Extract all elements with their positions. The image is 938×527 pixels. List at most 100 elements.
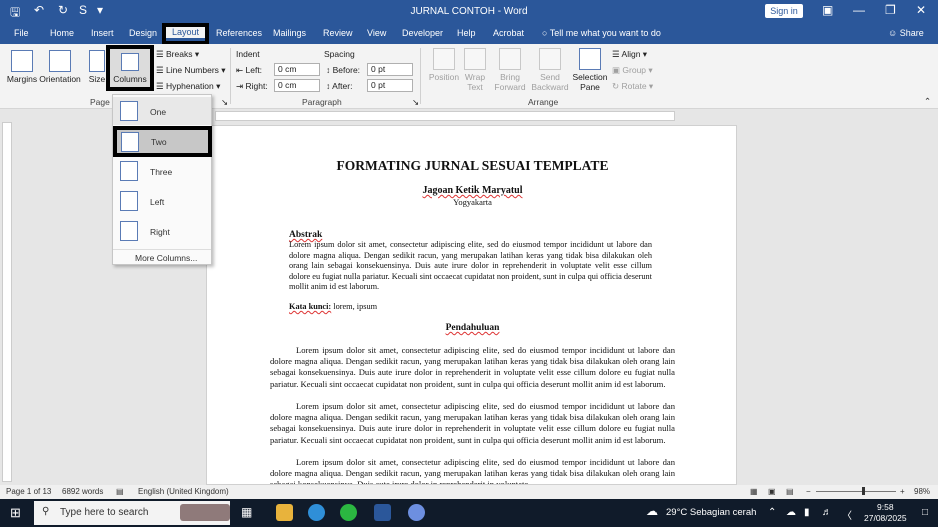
tab-home[interactable]: Home: [50, 28, 74, 38]
paragraph-launcher-icon[interactable]: ↘: [412, 97, 419, 108]
print-layout-icon[interactable]: ▣: [768, 487, 776, 496]
send-backward-button[interactable]: Send Backward: [528, 48, 572, 92]
columns-option-two[interactable]: Two: [113, 126, 212, 157]
document-title: FORMATING JURNAL SESUAI TEMPLATE: [336, 158, 609, 173]
collapse-ribbon-icon[interactable]: ⌃: [924, 96, 931, 107]
separator: [420, 48, 421, 104]
layout-tab-highlight: [162, 23, 209, 45]
notifications-icon[interactable]: □: [922, 507, 928, 518]
battery-icon[interactable]: ▮: [804, 507, 810, 518]
left-columns-icon: [120, 191, 138, 211]
margins-button[interactable]: Margins: [5, 50, 39, 84]
tab-developer[interactable]: Developer: [402, 28, 443, 38]
volume-icon[interactable]: ♬: [822, 507, 832, 518]
hyphenation-label: Hyphenation: [166, 81, 214, 91]
hyphenation-button[interactable]: ☰ Hyphenation ▾: [156, 81, 220, 92]
selection-pane-label: Selection Pane: [572, 72, 608, 92]
columns-option-three[interactable]: Three: [113, 157, 211, 185]
page-count[interactable]: Page 1 of 13: [6, 487, 51, 496]
align-icon: ☰: [612, 49, 620, 59]
zoom-level[interactable]: 98%: [914, 487, 930, 496]
status-bar: Page 1 of 13 6892 words ▤ English (Unite…: [0, 485, 938, 499]
language-icon[interactable]: 〈: [842, 507, 852, 522]
breaks-button[interactable]: ☰ Breaks ▾: [156, 49, 199, 60]
web-layout-icon[interactable]: ▤: [786, 487, 794, 496]
wrap-text-button[interactable]: Wrap Text: [462, 48, 488, 92]
indent-heading: Indent: [236, 49, 260, 59]
horizontal-ruler[interactable]: [215, 111, 675, 121]
weather-text[interactable]: 29°C Sebagian cerah: [666, 507, 756, 518]
margins-icon: [11, 50, 33, 72]
position-button[interactable]: Position: [426, 48, 462, 82]
tab-references[interactable]: References: [216, 28, 262, 38]
sign-in-button[interactable]: Sign in: [765, 4, 803, 18]
tab-acrobat[interactable]: Acrobat: [493, 28, 524, 38]
spacing-before-field[interactable]: 0 pt: [367, 63, 413, 76]
tell-me-search[interactable]: ○ Tell me what you want to do: [542, 28, 661, 38]
network-icon[interactable]: ☁: [786, 507, 796, 518]
maximize-icon[interactable]: ❐: [885, 3, 896, 17]
word-count[interactable]: 6892 words: [62, 487, 103, 496]
word-taskbar-icon[interactable]: [374, 504, 391, 521]
show-hidden-icons[interactable]: ⌃: [768, 507, 776, 518]
selection-pane-button[interactable]: Selection Pane: [572, 48, 608, 92]
tab-review[interactable]: Review: [323, 28, 353, 38]
indent-right-field[interactable]: 0 cm: [274, 79, 320, 92]
close-icon[interactable]: ✕: [916, 3, 926, 17]
group-button[interactable]: ▣ Group ▾: [612, 65, 653, 76]
whatsapp-icon[interactable]: [340, 504, 357, 521]
group-icon: ▣: [612, 65, 621, 75]
size-button[interactable]: Size: [86, 50, 108, 84]
zoom-slider[interactable]: [816, 491, 896, 492]
tab-view[interactable]: View: [367, 28, 386, 38]
send-backward-label: Send Backward: [531, 72, 569, 92]
spacing-after-field[interactable]: 0 pt: [367, 79, 413, 92]
section-heading: Pendahuluan: [445, 323, 500, 333]
columns-option-left[interactable]: Left: [113, 187, 211, 215]
orientation-button[interactable]: Orientation: [38, 50, 82, 84]
ribbon-display-icon[interactable]: ▣: [822, 3, 833, 17]
keywords: Kata kunci: lorem, ipsum: [289, 302, 377, 311]
document-page[interactable]: FORMATING JURNAL SESUAI TEMPLATE Jagoan …: [206, 125, 737, 485]
language-indicator[interactable]: English (United Kingdom): [138, 487, 229, 496]
file-explorer-icon[interactable]: [276, 504, 293, 521]
author-name: Jagoan Ketik Maryatul: [422, 185, 523, 196]
proofing-icon[interactable]: ▤: [116, 487, 124, 496]
tab-design[interactable]: Design: [129, 28, 157, 38]
wrap-text-icon: [464, 48, 486, 70]
line-numbers-icon: ☰: [156, 65, 164, 75]
windows-start-icon[interactable]: ⊞: [10, 505, 21, 521]
align-button[interactable]: ☰ Align ▾: [612, 49, 647, 60]
taskbar: ⊞ ⚲ Type here to search ▦ ☁ 29°C Sebagia…: [0, 499, 938, 527]
line-numbers-button[interactable]: ☰ Line Numbers ▾: [156, 65, 226, 76]
indent-right-label: ⇥ Right:: [236, 81, 268, 92]
zoom-in-icon[interactable]: +: [900, 487, 905, 496]
indent-right-icon: ⇥: [236, 81, 244, 91]
columns-button[interactable]: Columns: [106, 45, 154, 91]
tab-insert[interactable]: Insert: [91, 28, 114, 38]
app-taskbar-icon[interactable]: [408, 504, 425, 521]
tab-mailings[interactable]: Mailings: [273, 28, 306, 38]
three-columns-icon: [120, 161, 138, 181]
read-mode-icon[interactable]: ▦: [750, 487, 758, 496]
page-setup-launcher-icon[interactable]: ↘: [221, 97, 228, 108]
task-view-icon[interactable]: ▦: [241, 505, 252, 519]
columns-option-label: Two: [151, 137, 167, 147]
spacing-before-text: Before:: [332, 65, 361, 75]
share-button[interactable]: ☺ Share: [888, 28, 924, 38]
clock[interactable]: 9:58 27/08/2025: [864, 502, 907, 524]
zoom-slider-thumb[interactable]: [862, 487, 865, 495]
edge-icon[interactable]: [308, 504, 325, 521]
vertical-ruler[interactable]: [2, 122, 12, 482]
minimize-icon[interactable]: —: [853, 3, 865, 17]
zoom-out-icon[interactable]: −: [806, 487, 811, 496]
indent-left-field[interactable]: 0 cm: [274, 63, 320, 76]
columns-option-one[interactable]: One: [113, 97, 211, 125]
columns-option-right[interactable]: Right: [113, 217, 211, 245]
rotate-button[interactable]: ↻ Rotate ▾: [612, 81, 653, 92]
tab-file[interactable]: File: [14, 28, 29, 38]
bring-forward-button[interactable]: Bring Forward: [490, 48, 530, 92]
keywords-value: lorem, ipsum: [331, 302, 378, 311]
more-columns-item[interactable]: More Columns...: [113, 249, 211, 263]
tab-help[interactable]: Help: [457, 28, 476, 38]
